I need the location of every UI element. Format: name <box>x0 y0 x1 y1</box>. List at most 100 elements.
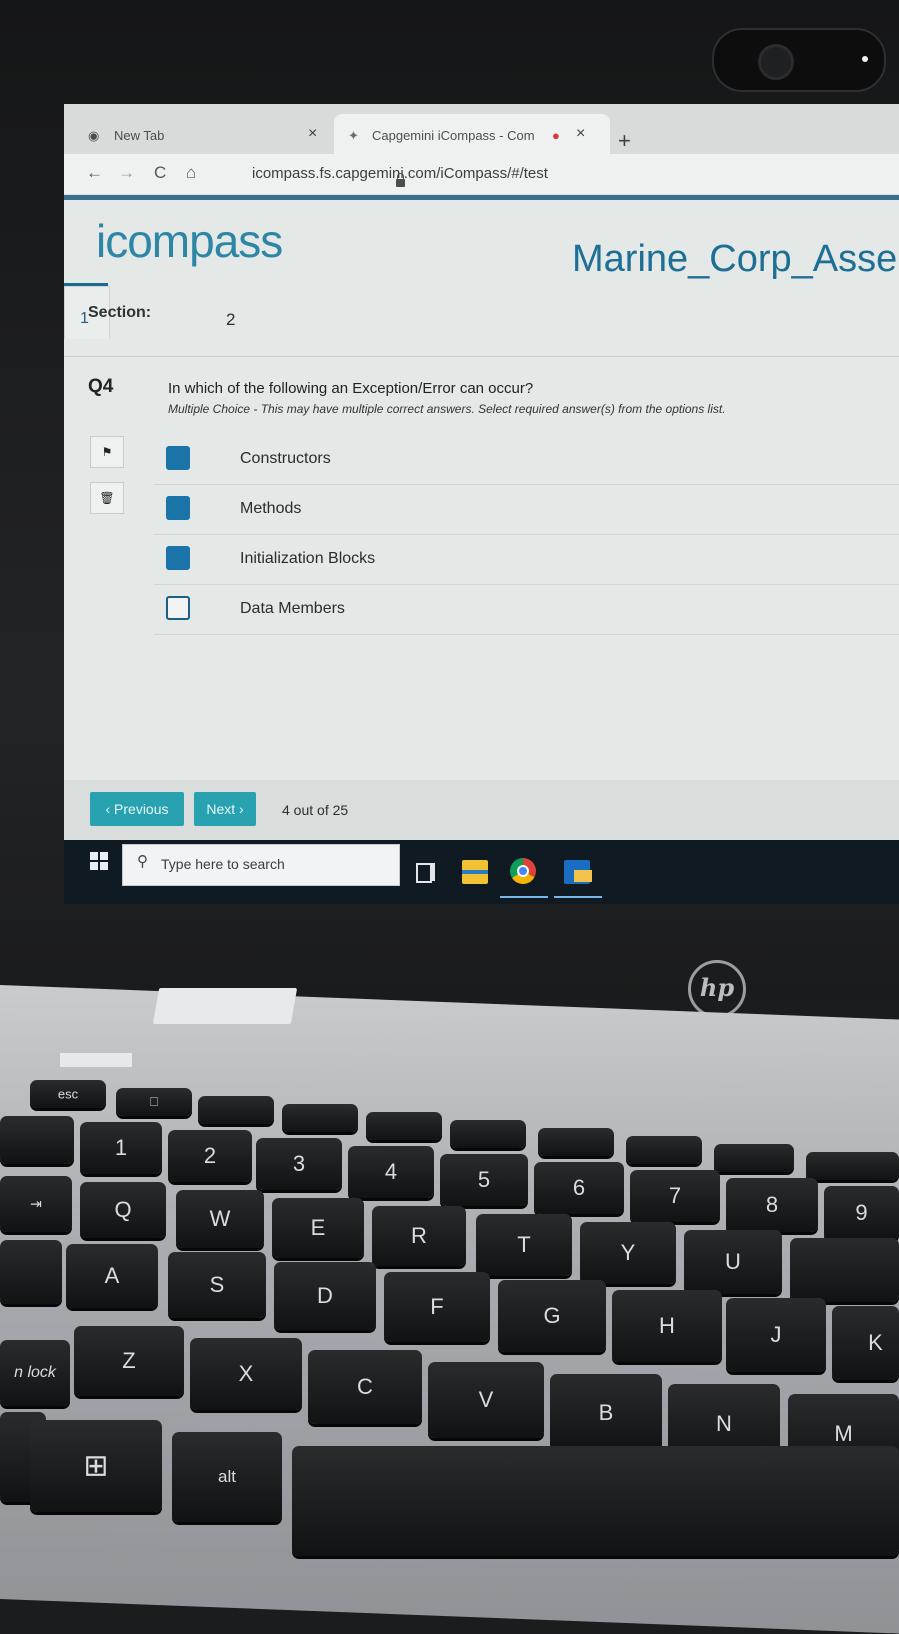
status-light <box>60 1053 132 1067</box>
icompass-favicon-icon: ✦ <box>348 128 359 143</box>
option-row[interactable]: Constructors <box>154 436 899 485</box>
key-u[interactable]: U <box>684 1230 782 1294</box>
option-checkbox[interactable] <box>166 546 190 570</box>
clear-answer-icon[interactable]: 🗑 <box>90 482 124 514</box>
lock-icon <box>396 173 405 187</box>
chrome-icon[interactable] <box>510 858 536 884</box>
close-tab-icon[interactable]: × <box>576 125 585 143</box>
key-k[interactable]: K <box>832 1306 899 1380</box>
icompass-page: icompass Marine_Corp_Asse Section: 1 2 Q… <box>64 200 899 840</box>
taskbar-search-input[interactable]: ⚲ Type here to search <box>122 844 400 886</box>
key-f2[interactable] <box>198 1096 274 1124</box>
option-checkbox[interactable] <box>166 496 190 520</box>
key-9[interactable]: 9 <box>824 1186 899 1240</box>
key-2[interactable]: 2 <box>168 1130 252 1182</box>
question-text: In which of the following an Exception/E… <box>168 380 534 397</box>
key-j[interactable]: J <box>726 1298 826 1372</box>
active-app-indicator <box>554 896 602 898</box>
home-icon[interactable]: ⌂ <box>186 163 196 183</box>
key-4[interactable]: 4 <box>348 1146 434 1198</box>
active-app-indicator <box>500 896 548 898</box>
key-f[interactable]: F <box>384 1272 490 1342</box>
section-tab-2[interactable]: 2 <box>226 310 235 330</box>
key-r[interactable]: R <box>372 1206 466 1266</box>
option-row[interactable]: Data Members <box>154 586 899 635</box>
outlook-icon[interactable] <box>564 860 592 884</box>
key-v[interactable]: V <box>428 1362 544 1438</box>
key-e[interactable]: E <box>272 1198 364 1258</box>
option-checkbox[interactable] <box>166 446 190 470</box>
key-8[interactable]: 8 <box>726 1178 818 1232</box>
key-3[interactable]: 3 <box>256 1138 342 1190</box>
tab-icompass[interactable]: ✦ Capgemini iCompass - Com ● × <box>334 114 610 154</box>
key-g[interactable]: G <box>498 1280 606 1352</box>
key-f9[interactable] <box>806 1152 899 1180</box>
key-f6[interactable] <box>538 1128 614 1156</box>
key-b[interactable]: B <box>550 1374 662 1452</box>
key-d[interactable]: D <box>274 1262 376 1330</box>
key-f4[interactable] <box>366 1112 442 1140</box>
assessment-title: Marine_Corp_Asse <box>572 238 898 280</box>
close-tab-icon[interactable]: × <box>308 125 317 143</box>
question-number: Q4 <box>88 376 114 397</box>
key-y[interactable]: Y <box>580 1222 676 1284</box>
key-f3[interactable] <box>282 1104 358 1132</box>
hinge-tab <box>152 988 298 1024</box>
recording-icon: ● <box>552 128 560 143</box>
key-i[interactable] <box>790 1238 899 1302</box>
key-z[interactable]: Z <box>74 1326 184 1396</box>
key-x[interactable]: X <box>190 1338 302 1410</box>
tab-label: Capgemini iCompass - Com <box>372 128 535 143</box>
section-bar: Section: 1 2 <box>64 286 899 357</box>
option-label: Initialization Blocks <box>240 550 376 567</box>
key-f5[interactable] <box>450 1120 526 1148</box>
option-label: Methods <box>240 500 302 517</box>
key-f8[interactable] <box>714 1144 794 1172</box>
forward-icon[interactable]: → <box>118 163 135 183</box>
previous-button[interactable]: ‹ Previous <box>90 792 184 826</box>
windows-start-icon[interactable] <box>90 852 108 870</box>
search-placeholder: Type here to search <box>161 856 285 872</box>
key-a[interactable]: A <box>66 1244 158 1308</box>
tab-label: New Tab <box>114 128 165 143</box>
key-num-lock[interactable]: n lock <box>0 1340 70 1406</box>
key-esc[interactable]: esc <box>30 1080 106 1108</box>
key-c[interactable]: C <box>308 1350 422 1424</box>
back-icon[interactable]: ← <box>86 163 103 183</box>
browser-tab-strip: ◉ New Tab × ✦ Capgemini iCompass - Com ●… <box>64 104 899 154</box>
section-label: Section: <box>88 304 152 321</box>
key-alt[interactable]: alt <box>172 1432 282 1522</box>
key-windows[interactable]: ⊞ <box>30 1420 162 1512</box>
address-bar[interactable]: icompass.fs.capgemini.com/iCompass/#/tes… <box>230 165 548 187</box>
task-view-icon[interactable] <box>414 860 440 884</box>
key-t[interactable]: T <box>476 1214 572 1276</box>
new-tab-button[interactable]: + <box>618 128 631 154</box>
key-w[interactable]: W <box>176 1190 264 1248</box>
question-hint: Multiple Choice - This may have multiple… <box>168 402 726 416</box>
key-q[interactable]: Q <box>80 1182 166 1238</box>
icompass-logo: icompass <box>96 215 283 267</box>
webcam-icon <box>712 28 886 92</box>
key-f1[interactable]: ⎕ <box>116 1088 192 1116</box>
option-row[interactable]: Initialization Blocks <box>154 536 899 585</box>
next-button[interactable]: Next › <box>194 792 256 826</box>
key-6[interactable]: 6 <box>534 1162 624 1214</box>
key-h[interactable]: H <box>612 1290 722 1362</box>
key-tab[interactable]: ⇥ <box>0 1176 72 1232</box>
file-explorer-icon[interactable] <box>462 860 488 884</box>
reload-icon[interactable]: C <box>154 163 166 183</box>
option-row[interactable]: Methods <box>154 486 899 535</box>
key-caps[interactable] <box>0 1240 62 1304</box>
key-7[interactable]: 7 <box>630 1170 720 1222</box>
key-f7[interactable] <box>626 1136 702 1164</box>
question-footer: ‹ Previous Next › 4 out of 25 <box>64 780 899 840</box>
tab-new-tab[interactable]: ◉ New Tab × <box>80 114 340 154</box>
key-space[interactable] <box>292 1446 899 1556</box>
key-5[interactable]: 5 <box>440 1154 528 1206</box>
key-s[interactable]: S <box>168 1252 266 1318</box>
key-1[interactable]: 1 <box>80 1122 162 1174</box>
option-checkbox[interactable] <box>166 596 190 620</box>
key-backtick[interactable] <box>0 1116 74 1164</box>
option-label: Data Members <box>240 600 345 617</box>
flag-icon[interactable]: ⚑ <box>90 436 124 468</box>
